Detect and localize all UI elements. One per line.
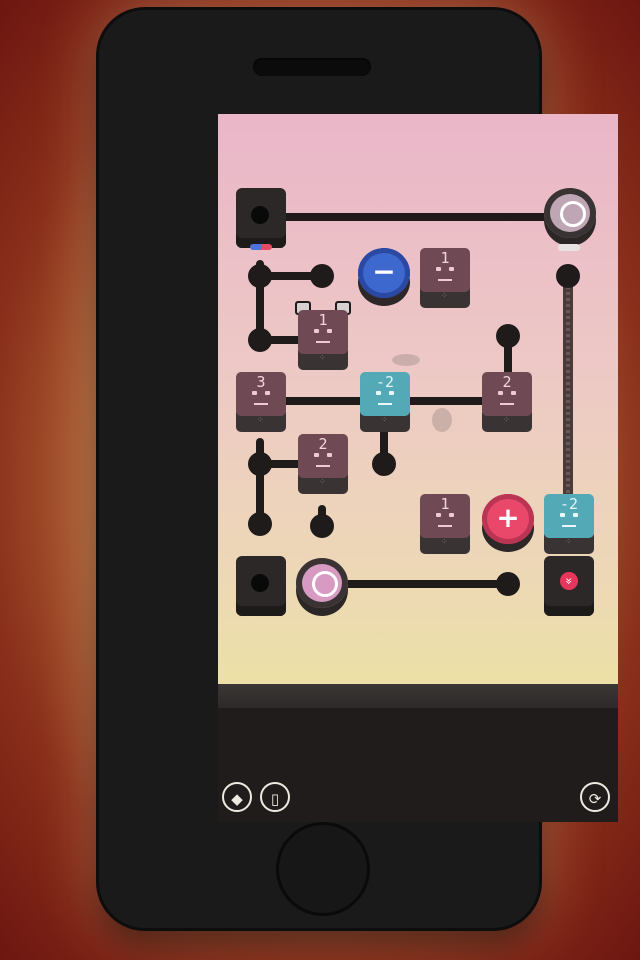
tile-face: [430, 266, 460, 286]
number-tile[interactable]: -2 ⁘: [544, 494, 594, 554]
tile-face: [308, 452, 338, 472]
game-screen: − + » 1 ⁘ 1 ⁘ 3 ⁘ -2 ⁘ 2 ⁘ 2 ⁘ 1 ⁘ -2 ⁘ …: [218, 114, 618, 822]
exit-box[interactable]: »: [544, 556, 594, 616]
number-tile[interactable]: 2 ⁘: [298, 434, 348, 494]
pipe-node: [248, 452, 272, 476]
box-color-indicator: [250, 244, 272, 250]
puzzle-board: − + » 1 ⁘ 1 ⁘ 3 ⁘ -2 ⁘ 2 ⁘ 2 ⁘ 1 ⁘ -2 ⁘: [218, 114, 618, 708]
tile-face: [554, 512, 584, 532]
tile-value: 1: [440, 249, 450, 267]
tile-face: [246, 390, 276, 410]
box-hole: [251, 206, 269, 224]
pipe-node: [310, 264, 334, 288]
tile-value: 1: [440, 495, 450, 513]
bottom-bar: ◆ ▯ ⟳: [218, 708, 618, 822]
tile-value: 2: [318, 435, 328, 453]
minus-button[interactable]: −: [358, 248, 410, 306]
ring-icon: [560, 201, 586, 227]
tile-face: [492, 390, 522, 410]
plus-icon: +: [496, 501, 520, 534]
number-tile[interactable]: 3 ⁘: [236, 372, 286, 432]
device-icon[interactable]: ▯: [260, 782, 290, 812]
pipe-node: [248, 264, 272, 288]
number-tile[interactable]: 1 ⁘: [298, 310, 348, 370]
box-hole: [251, 574, 269, 592]
tile-face: [370, 390, 400, 410]
phone-speaker: [253, 58, 371, 76]
source-box-top[interactable]: [236, 188, 286, 248]
number-tile[interactable]: 1 ⁘: [420, 494, 470, 554]
board-floor: [218, 684, 618, 708]
pipe-node: [310, 514, 334, 538]
pipe-node: [556, 264, 580, 288]
number-tile[interactable]: 1 ⁘: [420, 248, 470, 308]
tile-value: -2: [375, 373, 395, 391]
tile-face: [430, 512, 460, 532]
minus-icon: −: [372, 255, 396, 288]
smudge: [432, 408, 452, 432]
pipe-node: [248, 512, 272, 536]
target-ring-bottom[interactable]: [296, 558, 348, 616]
exit-arrow-icon: »: [560, 572, 578, 590]
source-box-bottom[interactable]: [236, 556, 286, 616]
number-tile[interactable]: -2 ⁘: [360, 372, 410, 432]
phone-frame: − + » 1 ⁘ 1 ⁘ 3 ⁘ -2 ⁘ 2 ⁘ 2 ⁘ 1 ⁘ -2 ⁘ …: [99, 10, 618, 928]
pipe-node: [496, 324, 520, 348]
number-tile[interactable]: 2 ⁘: [482, 372, 532, 432]
target-ring-top[interactable]: [544, 188, 596, 246]
smudge: [392, 354, 420, 366]
ring-top-label: [558, 244, 580, 251]
ring-icon: [312, 571, 338, 597]
tile-value: -2: [559, 495, 579, 513]
tile-value: 2: [502, 373, 512, 391]
tile-value: 3: [256, 373, 266, 391]
plus-button[interactable]: +: [482, 494, 534, 552]
pipe-node: [496, 572, 520, 596]
hint-icon[interactable]: ◆: [222, 782, 252, 812]
pipe-node: [372, 452, 396, 476]
tile-face: [308, 328, 338, 348]
home-button[interactable]: [276, 822, 370, 916]
tile-value: 1: [318, 311, 328, 329]
pipe-node: [248, 328, 272, 352]
restart-icon[interactable]: ⟳: [580, 782, 610, 812]
